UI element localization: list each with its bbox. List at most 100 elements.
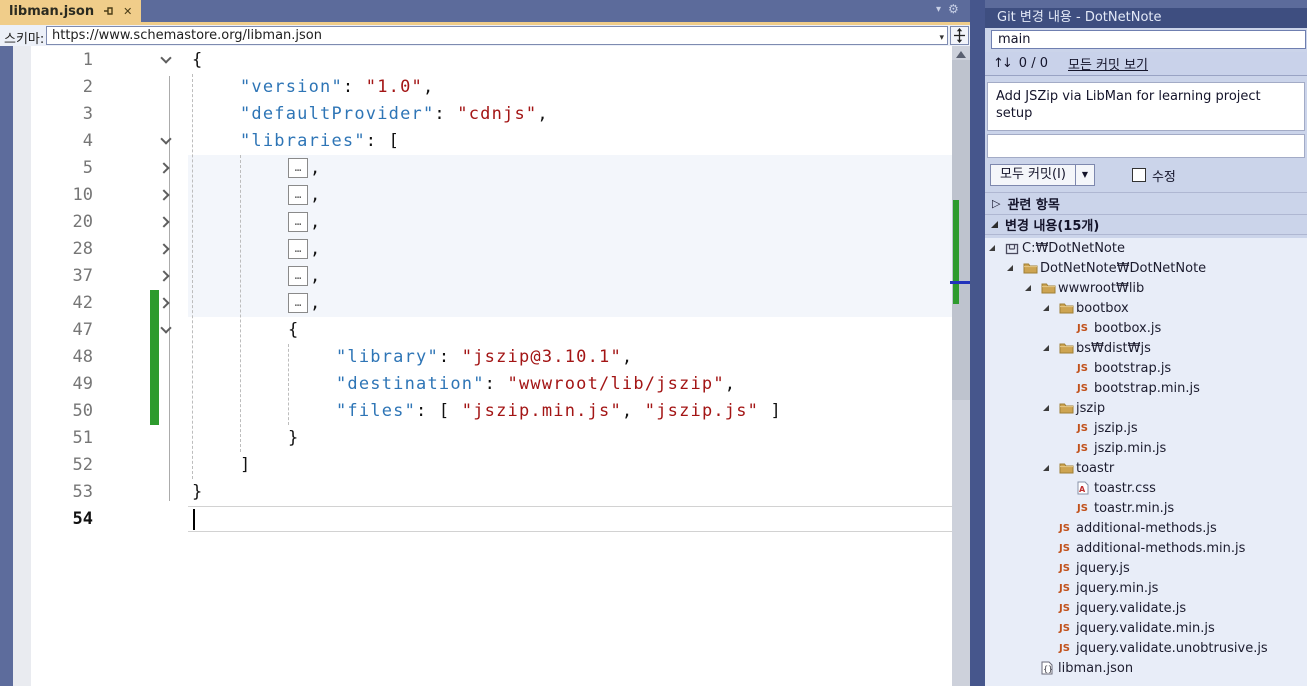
- code-editor[interactable]: 1{2"version": "1.0",3"defaultProvider": …: [0, 46, 970, 686]
- editor-scrollbar[interactable]: [952, 46, 970, 686]
- code-text: "version": "1.0",: [188, 74, 434, 101]
- collapsed-region-box[interactable]: …: [288, 185, 308, 205]
- tab-libman-json[interactable]: libman.json ✕: [0, 0, 141, 22]
- tree-item[interactable]: JSbootbox.js: [985, 318, 1307, 338]
- section-changes[interactable]: 변경 내용(15개): [985, 214, 1307, 235]
- schema-label: 스키마:: [4, 28, 44, 47]
- pin-icon[interactable]: [103, 5, 115, 17]
- chevron-right-icon[interactable]: ▷: [992, 197, 1000, 210]
- commit-actions: 모두 커밋(I) ▼ 수정: [990, 164, 1302, 186]
- code-line[interactable]: 1{: [0, 47, 952, 74]
- collapsed-region-box[interactable]: …: [288, 266, 308, 286]
- section-related-items[interactable]: ▷ 관련 항목: [985, 192, 1307, 213]
- tree-item-label: jszip: [1076, 401, 1105, 416]
- tree-item[interactable]: JStoastr.min.js: [985, 498, 1307, 518]
- fold-collapse-icon[interactable]: [160, 52, 171, 63]
- triangle-expanded-icon[interactable]: [1043, 405, 1059, 411]
- code-line[interactable]: 3"defaultProvider": "cdnjs",: [0, 101, 952, 128]
- fold-expand-icon[interactable]: [158, 297, 169, 308]
- schema-url-combobox[interactable]: https://www.schemastore.org/libman.json …: [46, 26, 948, 45]
- triangle-expanded-icon[interactable]: [1007, 265, 1023, 271]
- split-window-button[interactable]: [950, 26, 969, 45]
- commit-all-button[interactable]: 모두 커밋(I): [990, 164, 1076, 186]
- tree-item[interactable]: JSjquery.validate.min.js: [985, 618, 1307, 638]
- commit-description-input[interactable]: [987, 134, 1305, 158]
- triangle-expanded-icon[interactable]: [1043, 345, 1059, 351]
- tree-item-label: bootbox: [1076, 301, 1129, 316]
- tree-item[interactable]: JSadditional-methods.min.js: [985, 538, 1307, 558]
- amend-checkbox[interactable]: [1132, 168, 1146, 182]
- push-pull-icon[interactable]: ↑↓: [993, 56, 1011, 71]
- amend-checkbox-group[interactable]: 수정: [1132, 166, 1176, 185]
- collapsed-region-box[interactable]: …: [288, 212, 308, 232]
- code-line[interactable]: 20…,: [0, 209, 952, 236]
- code-line[interactable]: 47{: [0, 317, 952, 344]
- code-line[interactable]: 49"destination": "wwwroot/lib/jszip",: [0, 371, 952, 398]
- code-line[interactable]: 42…,: [0, 290, 952, 317]
- tree-item[interactable]: wwwroot₩lib: [985, 278, 1307, 298]
- tree-item[interactable]: JSjquery.js: [985, 558, 1307, 578]
- tree-item[interactable]: Atoastr.css: [985, 478, 1307, 498]
- panel-divider[interactable]: [970, 0, 985, 686]
- branch-selector[interactable]: main: [991, 30, 1306, 49]
- tree-item[interactable]: bootbox: [985, 298, 1307, 318]
- tree-item[interactable]: toastr: [985, 458, 1307, 478]
- code-line[interactable]: 51}: [0, 425, 952, 452]
- tree-item-label: bs₩dist₩js: [1076, 341, 1151, 356]
- fold-collapse-icon[interactable]: [160, 322, 171, 333]
- code-line[interactable]: 10…,: [0, 182, 952, 209]
- fold-expand-icon[interactable]: [158, 216, 169, 227]
- code-line[interactable]: 37…,: [0, 263, 952, 290]
- tree-item[interactable]: JSadditional-methods.js: [985, 518, 1307, 538]
- gear-icon[interactable]: ⚙: [948, 2, 959, 16]
- tree-item-label: bootstrap.js: [1094, 361, 1171, 376]
- tree-item[interactable]: JSjquery.validate.unobtrusive.js: [985, 638, 1307, 658]
- view-all-commits-link[interactable]: 모든 커밋 보기: [1068, 54, 1148, 73]
- triangle-expanded-icon[interactable]: [1025, 285, 1041, 291]
- tree-item[interactable]: JSbootstrap.js: [985, 358, 1307, 378]
- tree-item[interactable]: jszip: [985, 398, 1307, 418]
- collapsed-region-box[interactable]: …: [288, 293, 308, 313]
- tab-label: libman.json: [9, 4, 94, 19]
- fold-expand-icon[interactable]: [158, 189, 169, 200]
- code-line[interactable]: 53}: [0, 479, 952, 506]
- triangle-expanded-icon[interactable]: [1043, 305, 1059, 311]
- tree-item[interactable]: JSjszip.js: [985, 418, 1307, 438]
- code-line[interactable]: 28…,: [0, 236, 952, 263]
- chevron-down-icon[interactable]: ▾: [939, 30, 944, 47]
- tree-item[interactable]: JSjquery.validate.js: [985, 598, 1307, 618]
- collapsed-region-box[interactable]: …: [288, 158, 308, 178]
- change-margin-mark: [150, 290, 159, 317]
- amend-label: 수정: [1152, 166, 1176, 185]
- collapsed-region-box[interactable]: …: [288, 239, 308, 259]
- commit-message-input[interactable]: Add JSZip via LibMan for learning projec…: [987, 82, 1305, 131]
- tree-item[interactable]: {}libman.json: [985, 658, 1307, 678]
- tree-item[interactable]: JSbootstrap.min.js: [985, 378, 1307, 398]
- tree-item[interactable]: JSjquery.min.js: [985, 578, 1307, 598]
- git-panel-title[interactable]: Git 변경 내용 - DotNetNote: [985, 8, 1307, 28]
- code-text: "files": [ "jszip.min.js", "jszip.js" ]: [188, 398, 782, 425]
- tree-item[interactable]: C:₩DotNetNote: [985, 238, 1307, 258]
- scrollbar-up-arrow-icon[interactable]: [956, 51, 966, 58]
- fold-expand-icon[interactable]: [158, 270, 169, 281]
- folder-icon: [1059, 402, 1076, 414]
- close-icon[interactable]: ✕: [123, 5, 132, 18]
- code-line[interactable]: 50"files": [ "jszip.min.js", "jszip.js" …: [0, 398, 952, 425]
- tree-item[interactable]: JSjszip.min.js: [985, 438, 1307, 458]
- fold-expand-icon[interactable]: [158, 162, 169, 173]
- document-list-dropdown-icon[interactable]: ▾: [936, 2, 941, 16]
- code-line[interactable]: 2"version": "1.0",: [0, 74, 952, 101]
- code-line[interactable]: 48"library": "jszip@3.10.1",: [0, 344, 952, 371]
- code-line[interactable]: 5…,: [0, 155, 952, 182]
- tree-item[interactable]: bs₩dist₩js: [985, 338, 1307, 358]
- tree-item[interactable]: DotNetNote₩DotNetNote: [985, 258, 1307, 278]
- triangle-expanded-icon[interactable]: [1043, 465, 1059, 471]
- code-line[interactable]: 4"libraries": [: [0, 128, 952, 155]
- triangle-expanded-icon[interactable]: [991, 221, 998, 228]
- commit-all-dropdown-icon[interactable]: ▼: [1076, 164, 1095, 186]
- tree-item-label: toastr.css: [1094, 481, 1156, 496]
- fold-expand-icon[interactable]: [158, 243, 169, 254]
- code-line[interactable]: 52]: [0, 452, 952, 479]
- fold-collapse-icon[interactable]: [160, 133, 171, 144]
- triangle-expanded-icon[interactable]: [989, 245, 1005, 251]
